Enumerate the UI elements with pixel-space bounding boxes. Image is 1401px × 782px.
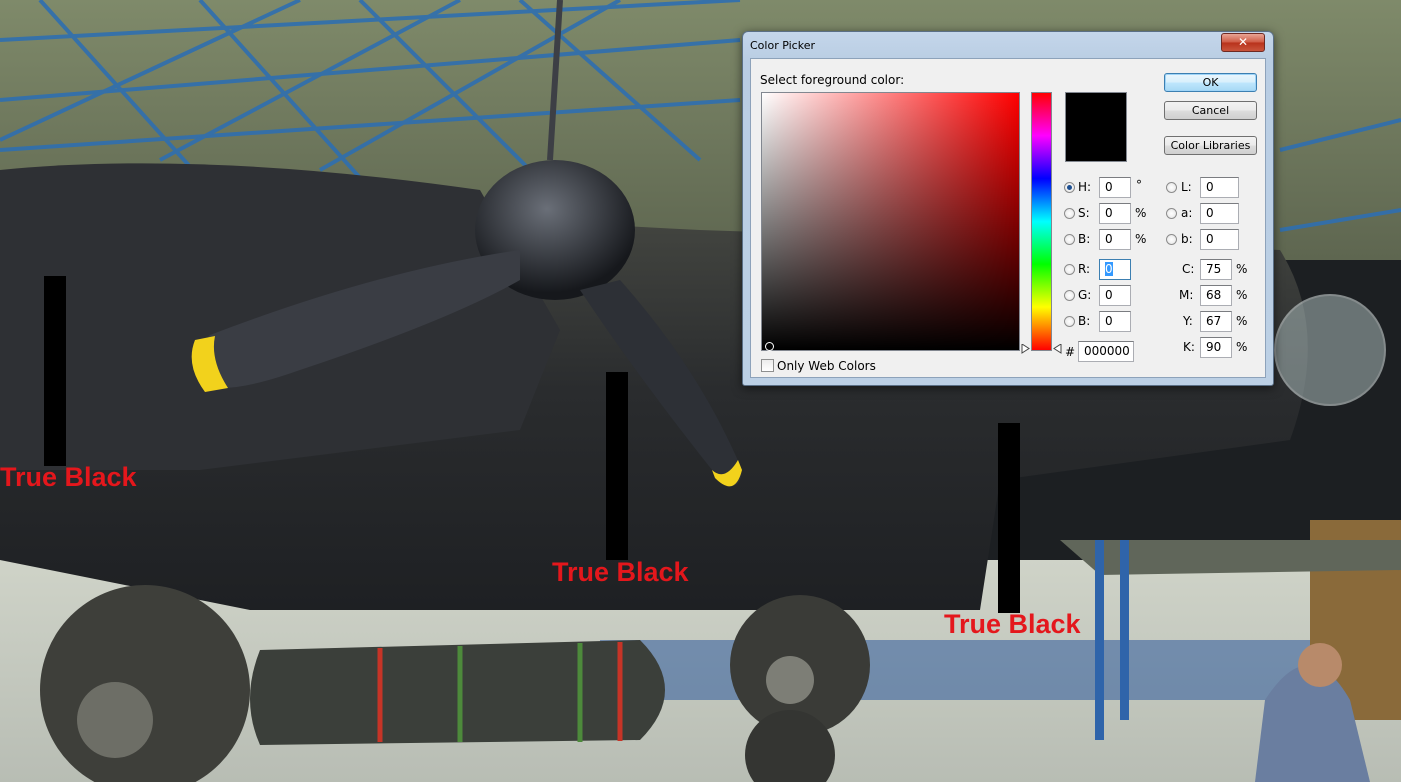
saturation-radio[interactable]	[1064, 208, 1075, 219]
red-label: R:	[1078, 262, 1091, 276]
true-black-label-2: True Black	[552, 557, 689, 587]
magenta-unit: %	[1236, 288, 1248, 302]
ok-button[interactable]: OK	[1164, 73, 1257, 92]
hue-slider-right-arrow-icon[interactable]	[1053, 344, 1063, 354]
red-field[interactable]: 0	[1099, 259, 1131, 280]
magenta-field[interactable]: 68	[1200, 285, 1232, 306]
brightness-label: B:	[1078, 232, 1091, 246]
lab-a-label: a:	[1181, 206, 1193, 220]
true-black-label-3: True Black	[944, 609, 1081, 639]
dialog-titlebar[interactable]: Color Picker ✕	[743, 32, 1273, 58]
lab-a-field[interactable]: 0	[1200, 203, 1239, 224]
close-button[interactable]: ✕	[1221, 33, 1265, 52]
cyan-unit: %	[1236, 262, 1248, 276]
saturation-unit: %	[1135, 206, 1147, 220]
dialog-title: Color Picker	[750, 39, 815, 52]
brightness-radio[interactable]	[1064, 234, 1075, 245]
yellow-unit: %	[1236, 314, 1248, 328]
lab-l-radio[interactable]	[1166, 182, 1177, 193]
black-k-unit: %	[1236, 340, 1248, 354]
hue-unit: °	[1136, 178, 1142, 192]
lab-b-label: b:	[1181, 232, 1193, 246]
saturation-brightness-field[interactable]	[761, 92, 1020, 351]
magenta-label: M:	[1179, 288, 1194, 302]
color-preview-swatch	[1065, 92, 1127, 162]
saturation-field[interactable]: 0	[1099, 203, 1131, 224]
green-field[interactable]: 0	[1099, 285, 1131, 306]
only-web-colors-label[interactable]: Only Web Colors	[777, 359, 876, 373]
close-icon: ✕	[1237, 35, 1249, 49]
color-libraries-button[interactable]: Color Libraries	[1164, 136, 1257, 155]
lab-b-radio[interactable]	[1166, 234, 1177, 245]
blue-label: B:	[1078, 314, 1091, 328]
dialog-body: Select foreground color: OK Cancel Color…	[750, 58, 1266, 378]
lab-b-field[interactable]: 0	[1200, 229, 1239, 250]
black-sample-bar-2	[606, 372, 628, 560]
black-k-field[interactable]: 90	[1200, 337, 1232, 358]
blue-radio[interactable]	[1064, 316, 1075, 327]
lab-l-label: L:	[1181, 180, 1192, 194]
brightness-field[interactable]: 0	[1099, 229, 1131, 250]
color-picker-dialog: Color Picker ✕ Select foreground color: …	[742, 31, 1274, 386]
hue-radio[interactable]	[1064, 182, 1075, 193]
color-marker[interactable]	[765, 342, 774, 351]
black-k-label: K:	[1183, 340, 1195, 354]
cancel-button[interactable]: Cancel	[1164, 101, 1257, 120]
blue-field[interactable]: 0	[1099, 311, 1131, 332]
black-sample-bar-1	[44, 276, 66, 466]
lab-a-radio[interactable]	[1166, 208, 1177, 219]
cyan-field[interactable]: 75	[1200, 259, 1232, 280]
true-black-label-1: True Black	[0, 462, 137, 492]
only-web-colors-checkbox[interactable]	[761, 359, 774, 372]
saturation-label: S:	[1078, 206, 1090, 220]
red-field-value: 0	[1105, 262, 1113, 276]
black-sample-bar-3	[998, 423, 1020, 613]
hue-slider-left-arrow-icon[interactable]	[1021, 344, 1031, 354]
cyan-label: C:	[1182, 262, 1195, 276]
hue-slider[interactable]	[1031, 92, 1052, 351]
green-label: G:	[1078, 288, 1092, 302]
hue-label: H:	[1078, 180, 1092, 194]
hex-label: #	[1065, 345, 1076, 359]
hex-field[interactable]: 000000	[1078, 341, 1134, 362]
brightness-unit: %	[1135, 232, 1147, 246]
red-radio[interactable]	[1064, 264, 1075, 275]
green-radio[interactable]	[1064, 290, 1075, 301]
yellow-field[interactable]: 67	[1200, 311, 1232, 332]
lab-l-field[interactable]: 0	[1200, 177, 1239, 198]
yellow-label: Y:	[1183, 314, 1193, 328]
hue-field[interactable]: 0	[1099, 177, 1131, 198]
select-color-prompt: Select foreground color:	[760, 73, 905, 87]
